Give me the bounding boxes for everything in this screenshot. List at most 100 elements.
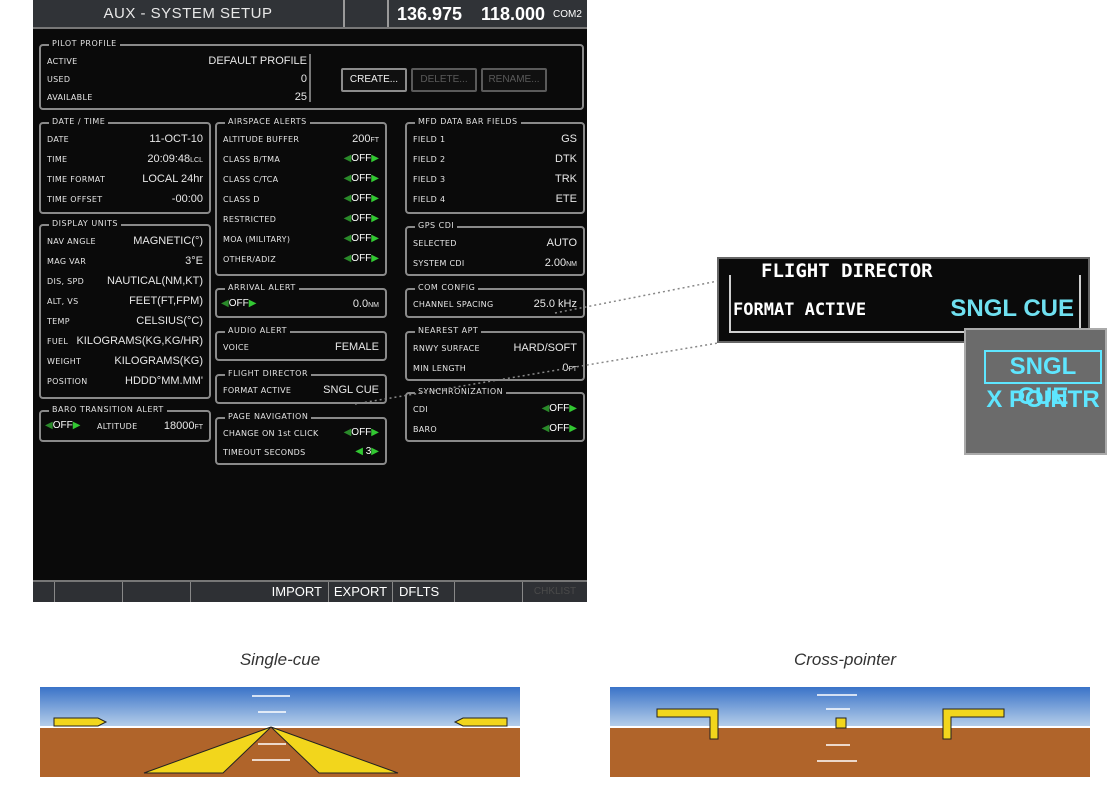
callout-format-value[interactable]: SNGL CUE [950,295,1074,323]
mfd-field-value[interactable]: ETE [556,193,577,205]
mfd-field-value[interactable]: DTK [555,153,577,165]
airspace-class-toggle[interactable]: ◀OFF▶ [344,173,379,184]
row-label: FUEL [47,337,69,346]
row-label: TIME FORMAT [47,175,106,184]
date-time-group: DATE / TIME DATE 11-OCT-10 TIME 20:09:48… [39,115,211,214]
group-title: DISPLAY UNITS [49,217,122,231]
time-value[interactable]: 20:09:48LCL [147,153,203,165]
timeout-seconds-selector[interactable]: ◀ 3▶ [355,446,379,457]
change-on-first-click-toggle[interactable]: ◀OFF▶ [344,427,379,438]
display-unit-row: POSITION HDDD°MM.MM' [47,375,203,391]
row-label: FIELD 3 [413,175,446,184]
profile-available-row: AVAILABLE 25 [47,91,307,107]
gps-cdi-selected-value[interactable]: AUTO [547,237,577,249]
time-format-row: TIME FORMAT LOCAL 24hr [47,173,203,189]
display-unit-value[interactable]: KILOGRAMS(KG) [114,355,203,367]
airspace-alerts-group: AIRSPACE ALERTS ALTITUDE BUFFER 200FT CL… [215,115,387,276]
display-unit-row: FUEL KILOGRAMS(KG,KG/HR) [47,335,203,351]
available-value: 25 [294,91,307,103]
used-value: 0 [300,73,307,85]
min-length-value[interactable]: 0FT [562,362,577,374]
aircraft-reference-dot [835,717,847,729]
row-label: SYSTEM CDI [413,259,465,268]
airspace-class-row: CLASS D ◀OFF▶ [223,193,379,209]
active-profile-value[interactable]: DEFAULT PROFILE [208,55,307,67]
altitude-buffer-value[interactable]: 200FT [352,133,379,145]
arrival-alert-toggle[interactable]: ◀OFF▶ [221,298,256,309]
option-cross-pointer[interactable]: X POINTR [984,386,1102,416]
export-softkey[interactable]: EXPORT [329,582,393,602]
topbar-separator [343,0,345,27]
airspace-class-toggle[interactable]: ◀OFF▶ [344,153,379,164]
topbar-separator [387,0,389,27]
mfd-field-row: FIELD 2 DTK [413,153,577,169]
voice-value[interactable]: FEMALE [335,341,379,353]
baro-transition-toggle[interactable]: ◀OFF▶ [45,420,80,431]
delete-button[interactable]: DELETE... [411,68,477,92]
display-unit-value[interactable]: NAUTICAL(NM,KT) [107,275,203,287]
mfd-field-value[interactable]: GS [561,133,577,145]
baro-transition-altitude[interactable]: 18000FT [164,420,203,432]
defaults-softkey[interactable]: DFLTS [393,582,455,602]
arrival-alert-distance[interactable]: 0.0NM [353,298,379,310]
sync-baro-toggle[interactable]: ◀OFF▶ [542,423,577,434]
mfd-field-row: FIELD 1 GS [413,133,577,149]
row-label: MIN LENGTH [413,364,467,373]
display-unit-value[interactable]: CELSIUS(°C) [136,315,203,327]
runway-surface-row: RNWY SURFACE HARD/SOFT [413,342,577,358]
com-config-group: COM CONFIG CHANNEL SPACING 25.0 kHz [405,281,585,318]
row-label: FIELD 2 [413,155,446,164]
mfd-data-bar-fields-group: MFD DATA BAR FIELDS FIELD 1 GS FIELD 2 DTK F… [405,115,585,214]
cross-pointer-caption: Cross-pointer [793,650,897,669]
softkey-3[interactable] [123,582,191,602]
airspace-class-row: OTHER/ADIZ ◀OFF▶ [223,253,379,269]
row-label: CLASS D [223,195,260,204]
create-button[interactable]: CREATE... [341,68,407,92]
display-unit-row: MAG VAR 3°E [47,255,203,271]
checklist-softkey[interactable]: CHKLIST [523,582,587,602]
display-unit-value[interactable]: FEET(FT,FPM) [129,295,203,307]
time-offset-value[interactable]: -00:00 [172,193,203,205]
time-format-value[interactable]: LOCAL 24hr [142,173,203,185]
airspace-class-toggle[interactable]: ◀OFF▶ [344,213,379,224]
rename-button[interactable]: RENAME... [481,68,547,92]
date-value[interactable]: 11-OCT-10 [149,133,203,145]
active-com-frequency: 136.975 [397,4,463,24]
airspace-class-toggle[interactable]: ◀OFF▶ [344,253,379,264]
channel-spacing-row: CHANNEL SPACING 25.0 kHz [413,298,577,314]
row-label: TIME OFFSET [47,195,103,204]
airspace-class-row: MOA (MILITARY) ◀OFF▶ [223,233,379,249]
row-label: CDI [413,405,429,414]
row-label: CHANGE ON 1st CLICK [223,429,319,438]
format-active-value[interactable]: SNGL CUE [323,384,379,396]
baro-transition-alert-group: BARO TRANSITION ALERT ◀OFF▶ ALTITUDE 180… [39,403,211,442]
timeout-seconds-row: TIMEOUT SECONDS ◀ 3▶ [223,446,379,462]
display-unit-value[interactable]: HDDD°MM.MM' [125,375,203,387]
display-unit-value[interactable]: 3°E [185,255,203,267]
row-label: DATE [47,135,70,144]
mfd-field-row: FIELD 3 TRK [413,173,577,189]
gps-cdi-selected-row: SELECTED AUTO [413,237,577,253]
group-title: DATE / TIME [49,115,109,129]
runway-surface-value[interactable]: HARD/SOFT [513,342,577,354]
mfd-field-value[interactable]: TRK [555,173,577,185]
group-title: GPS CDI [415,219,458,233]
row-label: SELECTED [413,239,457,248]
channel-spacing-value[interactable]: 25.0 kHz [534,298,577,310]
row-label: FIELD 4 [413,195,446,204]
sync-cdi-toggle[interactable]: ◀OFF▶ [542,403,577,414]
voice-row: VOICE FEMALE [223,341,379,357]
top-status-bar: AUX - SYSTEM SETUP 136.975 118.000 COM2 [33,0,587,29]
softkey-1[interactable] [33,582,55,602]
softkey-7[interactable] [455,582,523,602]
import-softkey[interactable]: IMPORT [191,582,329,602]
display-unit-value[interactable]: MAGNETIC(°) [133,235,203,247]
airspace-class-toggle[interactable]: ◀OFF▶ [344,233,379,244]
softkey-2[interactable] [55,582,123,602]
group-title: NEAREST APT [415,324,482,338]
airspace-class-toggle[interactable]: ◀OFF▶ [344,193,379,204]
sync-cdi-row: CDI ◀OFF▶ [413,403,577,419]
option-single-cue[interactable]: SNGL CUE [984,350,1102,410]
group-title: COM CONFIG [415,281,479,295]
display-unit-value[interactable]: KILOGRAMS(KG,KG/HR) [76,335,203,347]
